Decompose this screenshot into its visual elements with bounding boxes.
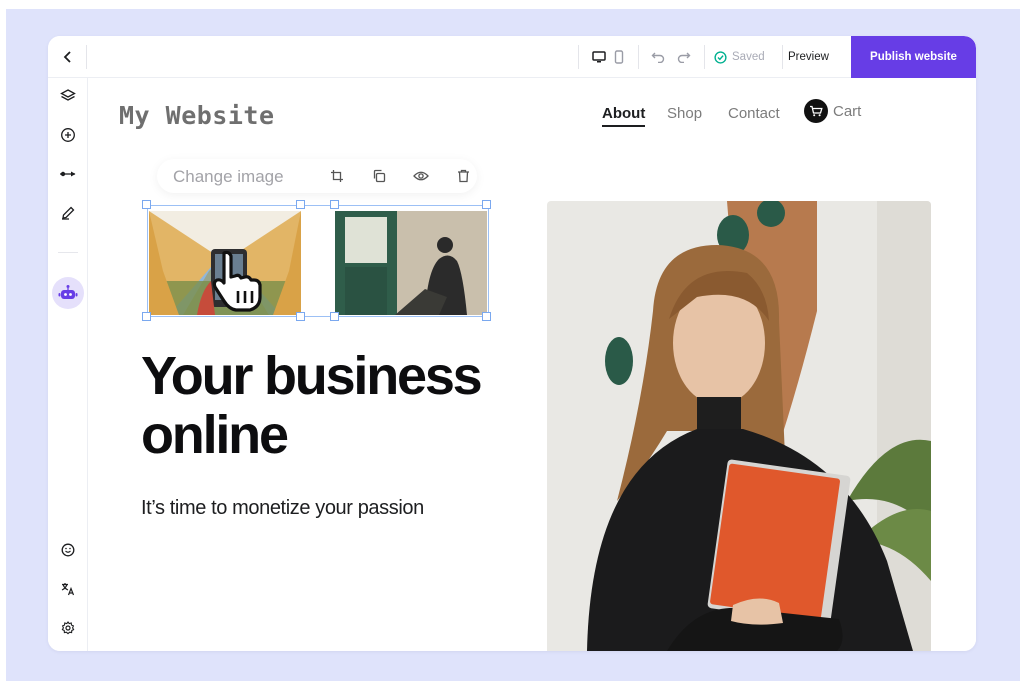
resize-handle[interactable] [482, 312, 491, 321]
divider [86, 45, 87, 69]
hero-image[interactable] [547, 201, 931, 651]
mobile-view-button[interactable] [609, 47, 629, 67]
divider [782, 45, 783, 69]
resize-handle[interactable] [296, 200, 305, 209]
undo-icon [651, 52, 665, 63]
divider [578, 45, 579, 69]
mobile-icon [614, 50, 624, 64]
save-status: Saved [714, 48, 765, 66]
divider [638, 45, 639, 69]
duplicate-icon [373, 169, 386, 183]
resize-handle[interactable] [296, 312, 305, 321]
resize-handle[interactable] [482, 200, 491, 209]
hero-subtitle[interactable]: It’s time to monetize your passion [141, 497, 424, 520]
resize-handle[interactable] [330, 312, 339, 321]
crop-button[interactable] [327, 166, 347, 186]
crop-icon [331, 170, 343, 182]
smiley-icon [61, 543, 75, 557]
divider [704, 45, 705, 69]
publish-website-button[interactable]: Publish website [851, 36, 976, 78]
desktop-view-button[interactable] [589, 47, 609, 67]
sidebar-item-feedback[interactable] [56, 538, 80, 562]
nav-link-contact[interactable]: Contact [728, 105, 780, 122]
resize-handle[interactable] [142, 200, 151, 209]
resize-handle[interactable] [330, 200, 339, 209]
nav-link-shop[interactable]: Shop [667, 105, 702, 122]
trash-icon [457, 169, 469, 183]
preview-button[interactable]: Preview [788, 48, 829, 66]
hero-headline-line: online [141, 405, 289, 465]
site-logo[interactable]: My Website [119, 101, 275, 130]
image-toolbar: Change image [157, 159, 477, 193]
redo-icon [677, 52, 691, 63]
hero-headline[interactable]: Your business online [141, 347, 541, 465]
add-icon [61, 128, 75, 142]
sidebar-item-layers[interactable] [56, 84, 80, 108]
settings-icon [61, 621, 75, 635]
sidebar-item-add[interactable] [56, 123, 80, 147]
gallery-image-reading[interactable] [335, 211, 487, 315]
sidebar-item-settings[interactable] [56, 616, 80, 640]
back-button[interactable] [58, 47, 78, 67]
sidebar-item-brush[interactable] [56, 201, 80, 225]
layers-icon [60, 89, 76, 101]
resize-handle[interactable] [142, 312, 151, 321]
chevron-left-icon [63, 51, 71, 63]
hero-headline-line: Your business [141, 346, 483, 406]
change-image-button[interactable]: Change image [173, 167, 284, 187]
hand-pointer-icon [212, 250, 262, 312]
desktop-icon [592, 51, 606, 63]
ai-robot-icon [58, 285, 78, 299]
brush-icon [62, 206, 75, 220]
editor-window: Saved Preview Publish website My Website… [48, 36, 976, 651]
cart-label: Cart [833, 102, 862, 120]
saved-label: Saved [732, 51, 765, 63]
divider [58, 252, 78, 253]
editor-topbar: Saved Preview Publish website [48, 36, 976, 78]
sidebar-item-translate[interactable] [56, 577, 80, 601]
translate-icon [61, 583, 75, 596]
undo-button[interactable] [648, 47, 668, 67]
website-canvas: My Website About Shop Contact Cart Chang… [89, 79, 976, 651]
delete-button[interactable] [453, 166, 473, 186]
tool-sidebar [48, 78, 88, 651]
check-circle-icon [714, 50, 727, 64]
sidebar-item-ai-assistant[interactable] [52, 277, 84, 309]
pen-tool-icon [60, 171, 76, 177]
toggle-visibility-button[interactable] [411, 166, 431, 186]
eye-icon [413, 171, 429, 181]
cart-link[interactable]: Cart [804, 99, 861, 123]
redo-button[interactable] [674, 47, 694, 67]
cart-icon [804, 99, 828, 123]
nav-link-about[interactable]: About [602, 105, 646, 127]
sidebar-item-pen-tool[interactable] [56, 162, 80, 186]
duplicate-button[interactable] [369, 166, 389, 186]
